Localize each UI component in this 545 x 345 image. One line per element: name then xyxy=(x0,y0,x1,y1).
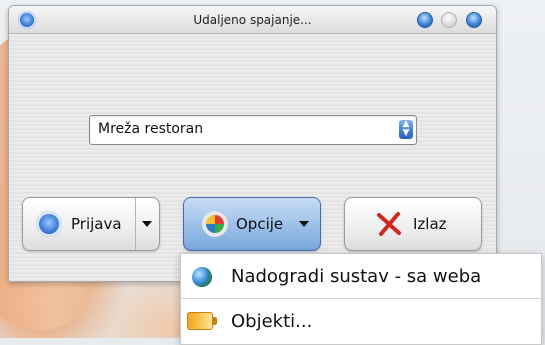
network-select-value: Mreža restoran xyxy=(98,121,204,137)
exit-button[interactable]: Izlaz xyxy=(344,197,482,251)
title-bar: Udaljeno spajanje... xyxy=(9,6,496,34)
menu-item-label: Nadogradi sustav - sa weba xyxy=(231,266,482,287)
network-select[interactable]: Mreža restoran ▲ ▼ xyxy=(89,115,417,145)
menu-divider xyxy=(181,298,541,299)
login-button-label: Prijava xyxy=(71,215,122,233)
x-icon xyxy=(377,212,401,236)
close-icon[interactable] xyxy=(466,12,482,28)
options-button-label: Opcije xyxy=(236,215,284,233)
chevron-down-icon[interactable] xyxy=(299,221,309,227)
globe-icon xyxy=(192,267,212,287)
login-button[interactable]: Prijava xyxy=(22,197,160,251)
chevron-down-icon[interactable] xyxy=(142,221,152,227)
exit-button-label: Izlaz xyxy=(413,215,447,233)
options-button[interactable]: Opcije xyxy=(183,197,321,251)
remote-connect-icon xyxy=(36,211,62,237)
menu-item-objects[interactable]: Objekti... xyxy=(181,300,541,343)
menu-item-upgrade-from-web[interactable]: Nadogradi sustav - sa weba xyxy=(181,255,541,298)
maximize-icon[interactable] xyxy=(441,12,457,28)
remote-connect-dialog: Udaljeno spajanje... Mreža restoran ▲ ▼ P… xyxy=(8,5,497,282)
battery-icon xyxy=(187,312,217,330)
options-icon xyxy=(202,211,228,237)
login-button-divider xyxy=(135,198,136,250)
menu-item-label: Objekti... xyxy=(231,311,313,332)
minimize-icon[interactable] xyxy=(417,12,433,28)
options-menu: Nadogradi sustav - sa weba Objekti... xyxy=(180,253,542,345)
select-arrows-icon[interactable]: ▲ ▼ xyxy=(399,120,413,139)
